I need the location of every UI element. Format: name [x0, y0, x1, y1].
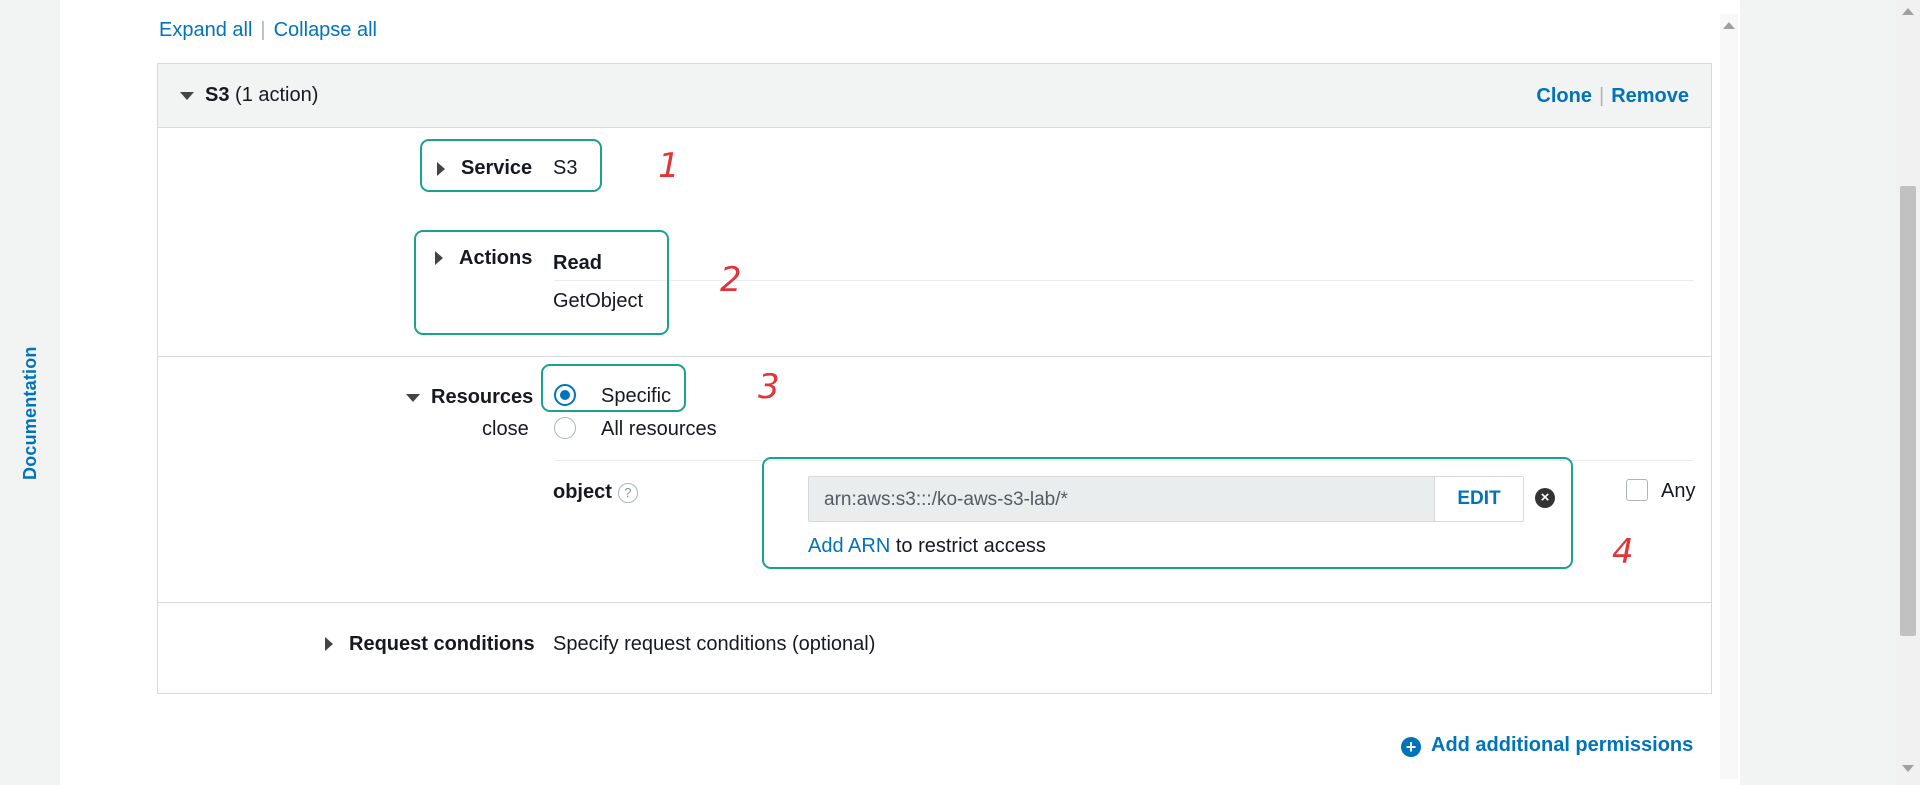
divider: |: [260, 19, 266, 41]
annotation-box-1: [420, 139, 602, 192]
clone-link[interactable]: Clone: [1536, 85, 1592, 107]
page-scrollbar[interactable]: [1896, 0, 1920, 785]
object-label-text: object: [553, 481, 612, 503]
all-resources-radio[interactable]: [554, 417, 576, 439]
panel-actions: Clone | Remove: [1536, 85, 1689, 108]
service-panel-header[interactable]: S3 (1 action) Clone | Remove: [158, 64, 1711, 128]
section-divider: [158, 602, 1711, 603]
documentation-link[interactable]: Documentation: [20, 346, 41, 480]
request-conditions-expand-icon[interactable]: [325, 637, 333, 651]
annotation-number-4: 4: [1612, 532, 1634, 572]
remove-link[interactable]: Remove: [1611, 85, 1689, 107]
section-divider: [158, 356, 1711, 357]
annotation-box-2: [414, 230, 669, 335]
plus-circle-icon: +: [1401, 737, 1421, 757]
help-icon[interactable]: ?: [617, 482, 638, 503]
resources-close-link[interactable]: close: [482, 418, 529, 441]
service-panel: S3 (1 action) Clone | Remove: [157, 63, 1712, 694]
all-resources-radio-label[interactable]: All resources: [601, 418, 717, 441]
panel-service-name: S3: [205, 84, 230, 106]
divider: |: [1598, 85, 1605, 107]
annotation-number-2: 2: [720, 260, 742, 300]
expand-collapse-links: Expand all | Collapse all: [159, 19, 377, 42]
expand-all-link[interactable]: Expand all: [159, 19, 252, 41]
add-additional-permissions[interactable]: + Add additional permissions: [1401, 734, 1693, 757]
request-conditions-label[interactable]: Request conditions: [349, 633, 535, 656]
collapse-all-link[interactable]: Collapse all: [274, 19, 377, 41]
collapse-caret-icon[interactable]: [180, 92, 194, 100]
add-additional-permissions-link[interactable]: Add additional permissions: [1431, 734, 1693, 756]
annotation-number-3: 3: [758, 367, 780, 407]
specify-request-conditions-link[interactable]: Specify request conditions (optional): [553, 633, 875, 656]
annotation-box-4: [762, 457, 1573, 569]
page-scroll-down-icon[interactable]: [1902, 765, 1914, 772]
scroll-up-arrow-icon[interactable]: [1723, 22, 1735, 29]
resources-label[interactable]: Resources: [431, 386, 533, 409]
inner-scrollbar[interactable]: [1720, 14, 1738, 779]
annotation-box-3: [541, 364, 686, 412]
documentation-strip: Documentation: [0, 0, 58, 785]
resources-collapse-icon[interactable]: [406, 394, 420, 402]
object-label: object?: [553, 481, 638, 504]
any-checkbox[interactable]: [1626, 479, 1648, 501]
annotation-number-1: 1: [658, 146, 680, 186]
panel-title: S3 (1 action): [205, 84, 318, 107]
any-checkbox-label[interactable]: Any: [1661, 480, 1695, 503]
panel-action-count: (1 action): [235, 84, 319, 106]
page-scroll-up-icon[interactable]: [1902, 8, 1914, 15]
page-scroll-thumb[interactable]: [1900, 186, 1916, 636]
